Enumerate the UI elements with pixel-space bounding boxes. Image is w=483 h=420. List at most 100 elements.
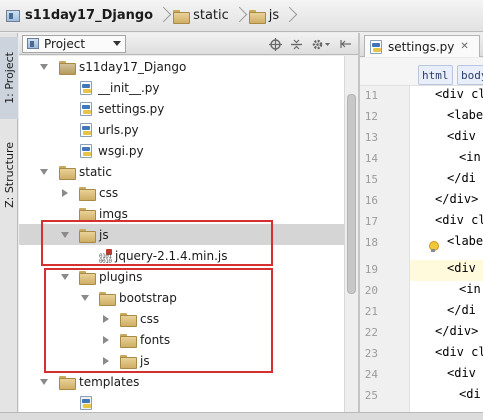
line-number: 11 [364,89,378,102]
tree-row-static[interactable]: static [19,161,344,182]
tree-row-file[interactable]: urls.py [19,119,344,140]
tab-structure-label: Z: Structure [2,142,16,208]
expand-arrow-icon[interactable] [40,168,48,175]
tree-row-bootstrap-fonts[interactable]: fonts [19,329,344,350]
tree-item-label: imgs [99,206,128,221]
tree-row-file[interactable]: __init__.py [19,77,344,98]
line-number: 19 [364,263,378,276]
breadcrumb-static[interactable]: static [171,4,231,28]
python-file-icon [80,143,92,158]
tree-item-label: css [99,185,119,200]
script-file-icon: 0101 0010 [99,248,113,264]
line-number: 22 [364,326,378,339]
tag-breadcrumb-bar: html body [360,58,483,86]
tree-scrollbar[interactable] [344,56,358,412]
code-line: <labe [447,108,483,122]
tree-row-bootstrap-js[interactable]: js [19,350,344,371]
project-icon [27,38,39,49]
code-line: <div [447,129,476,143]
tree-item-label: settings.py [98,101,165,116]
tree-row-imgs[interactable]: imgs [19,203,344,224]
tag-chip-body[interactable]: body [457,65,483,85]
chevron-right-icon [234,4,244,28]
tree-row-templates[interactable]: templates [19,371,344,392]
hide-icon[interactable] [338,36,354,52]
expand-arrow-icon[interactable] [61,231,69,238]
code-line: <in [459,282,481,296]
breadcrumb-project[interactable]: s11day17_Django [4,4,155,28]
collapse-arrow-icon[interactable] [103,314,109,323]
tab-project-label: 1: Project [2,52,16,104]
python-file-icon [80,80,92,95]
chevron-right-icon [284,4,294,28]
code-editor[interactable]: html body 11 12 13 14 15 16 17 18 19 20 … [360,58,483,412]
tree-row-bootstrap-css[interactable]: css [19,308,344,329]
tree-row-file[interactable]: settings.py [19,98,344,119]
code-line: <labe [447,234,483,248]
expand-arrow-icon[interactable] [40,378,48,385]
project-icon [6,9,20,22]
python-file-icon [80,101,92,116]
close-icon[interactable]: ✕ [460,41,468,52]
python-file-icon [80,122,92,137]
tag-chip-html[interactable]: html [418,65,453,85]
tree-row-plugins[interactable]: plugins [19,266,344,287]
breadcrumb-js[interactable]: js [247,4,281,28]
collapse-arrow-icon[interactable] [62,188,68,197]
collapse-icon[interactable] [288,36,304,52]
line-number: 12 [364,110,378,123]
tree-item-label: __init__.py [98,80,160,95]
tree-item-label: jquery-2.1.4.min.js [115,248,228,263]
line-number: 15 [364,173,378,186]
tree-row-js[interactable]: js [19,224,344,245]
line-number: 25 [364,389,378,402]
tree-row-file[interactable]: 0101 0010 jquery-2.1.4.min.js [19,245,344,266]
line-number: 20 [364,284,378,297]
collapse-arrow-icon[interactable] [103,335,109,344]
chevron-down-icon [113,41,121,46]
tree-row-file[interactable]: wsgi.py [19,140,344,161]
tree-item-label: fonts [140,332,171,347]
folder-icon [120,312,137,327]
code-line: </div> [435,324,479,338]
breadcrumb-label: js [268,8,280,23]
line-number: 14 [364,152,378,165]
code-line: </di [447,171,476,185]
scrollbar-thumb[interactable] [347,94,356,294]
folder-icon [120,333,137,348]
project-view-selector[interactable]: Project [22,34,126,53]
tree-row-partial[interactable] [19,392,344,412]
code-line: <div [447,366,476,380]
tree-row-root[interactable]: s11day17_Django [19,56,344,77]
code-line: <in [459,150,481,164]
expand-arrow-icon[interactable] [81,294,89,301]
breadcrumb: s11day17_Django static js [0,0,483,32]
settings-gear-icon[interactable] [309,36,333,52]
locate-icon[interactable] [267,36,283,52]
folder-icon [173,9,191,24]
folder-icon [248,9,266,24]
folder-icon [59,165,76,180]
breadcrumb-label: static [193,8,229,23]
folder-icon [79,228,96,243]
tab-structure[interactable]: Z: Structure [0,125,18,225]
lightbulb-icon[interactable] [428,241,439,253]
line-number: 13 [364,131,378,144]
tree-row-bootstrap[interactable]: bootstrap [19,287,344,308]
folder-icon [120,354,137,369]
chevron-right-icon [158,4,168,28]
collapse-arrow-icon[interactable] [103,356,109,365]
folder-icon [79,186,96,201]
folder-icon [59,60,76,75]
bottom-status-bar [0,412,483,420]
tree-row-css[interactable]: css [19,182,344,203]
line-number: 16 [364,194,378,207]
line-number: 18 [364,236,378,249]
tab-project[interactable]: 1: Project [0,37,18,119]
editor-tab-label: settings.py [388,39,455,54]
tree-item-label: static [79,164,112,179]
editor-tab-settings[interactable]: settings.py ✕ [364,35,480,57]
expand-arrow-icon[interactable] [40,63,48,70]
code-line: <div cl [435,87,483,101]
expand-arrow-icon[interactable] [61,273,69,280]
